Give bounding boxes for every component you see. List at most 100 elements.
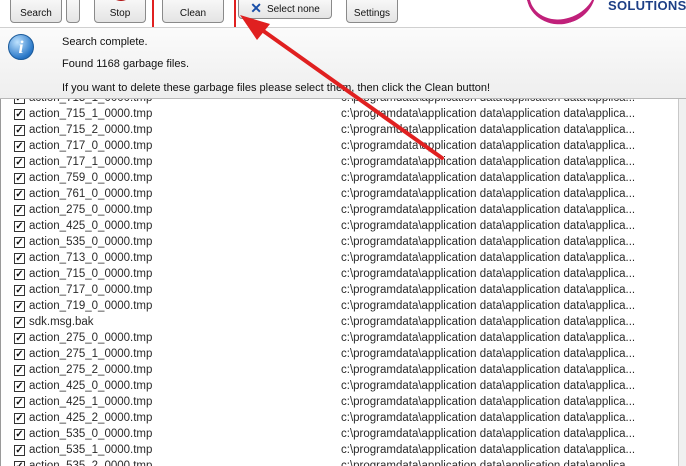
file-checkbox[interactable]: ✓ xyxy=(14,189,25,200)
toolbar: Search Stop Clean ✕ Select none Settings… xyxy=(0,0,686,27)
file-checkbox[interactable]: ✓ xyxy=(14,109,25,120)
list-item[interactable]: ✓ action_425_0_0000.tmp c:\programdata\app… xyxy=(1,379,678,395)
list-item[interactable]: ✓ action_761_0_0000.tmp c:\programdata\app… xyxy=(1,187,678,203)
file-checkbox[interactable]: ✓ xyxy=(14,413,25,424)
file-name: action_275_0_0000.tmp xyxy=(29,332,153,344)
x-icon: ✕ xyxy=(250,0,262,16)
select-none-label: Select none xyxy=(266,4,320,15)
file-name: action_761_0_0000.tmp xyxy=(29,188,153,200)
file-path: c:\programdata\application data\applicat… xyxy=(341,252,636,264)
file-checkbox[interactable]: ✓ xyxy=(14,285,25,296)
file-checkbox[interactable]: ✓ xyxy=(14,445,25,456)
file-path: c:\programdata\application data\applicat… xyxy=(341,316,636,328)
file-path: c:\programdata\application data\applicat… xyxy=(341,444,636,456)
logo-text: SOLUTIONS xyxy=(608,0,686,13)
file-name: action_717_1_0000.tmp xyxy=(29,156,153,168)
file-name: action_425_2_0000.tmp xyxy=(29,412,153,424)
info-icon: i xyxy=(8,34,34,60)
file-path: c:\programdata\application data\applicat… xyxy=(341,220,636,232)
file-checkbox[interactable]: ✓ xyxy=(14,125,25,136)
file-checkbox[interactable]: ✓ xyxy=(14,221,25,232)
list-item[interactable]: ✓ action_535_0_0000.tmp c:\programdata\app… xyxy=(1,427,678,443)
file-checkbox[interactable]: ✓ xyxy=(14,99,25,104)
file-path: c:\programdata\application data\applicat… xyxy=(341,332,636,344)
list-item[interactable]: ✓ action_275_2_0000.tmp c:\programdata\app… xyxy=(1,363,678,379)
file-name: action_717_0_0000.tmp xyxy=(29,284,153,296)
file-path: c:\programdata\application data\applicat… xyxy=(341,380,636,392)
file-path: c:\programdata\application data\applicat… xyxy=(341,284,636,296)
file-path: c:\programdata\application data\applicat… xyxy=(341,236,636,248)
list-item[interactable]: ✓ action_715_1_0000.tmp c:\programdata\app… xyxy=(1,99,678,107)
list-item[interactable]: ✓ sdk.msg.bak c:\programdata\application d… xyxy=(1,315,678,331)
file-name: action_715_0_0000.tmp xyxy=(29,268,153,280)
search-dropdown-button[interactable] xyxy=(66,0,80,23)
file-checkbox[interactable]: ✓ xyxy=(14,205,25,216)
file-name: action_719_0_0000.tmp xyxy=(29,300,153,312)
list-item[interactable]: ✓ action_713_0_0000.tmp c:\programdata\app… xyxy=(1,251,678,267)
file-checkbox[interactable]: ✓ xyxy=(14,269,25,280)
file-checkbox[interactable]: ✓ xyxy=(14,429,25,440)
file-name: action_717_0_0000.tmp xyxy=(29,140,153,152)
file-path: c:\programdata\application data\applicat… xyxy=(341,268,636,280)
file-checkbox[interactable]: ✓ xyxy=(14,237,25,248)
file-name: action_425_0_0000.tmp xyxy=(29,380,153,392)
list-item[interactable]: ✓ action_715_1_0000.tmp c:\programdata\app… xyxy=(1,107,678,123)
list-item[interactable]: ✓ action_275_0_0000.tmp c:\programdata\app… xyxy=(1,331,678,347)
search-button[interactable]: Search xyxy=(10,0,62,23)
logo-swoosh-icon xyxy=(517,0,605,27)
file-path: c:\programdata\application data\applicat… xyxy=(341,460,636,466)
list-item[interactable]: ✓ action_535_0_0000.tmp c:\programdata\app… xyxy=(1,235,678,251)
list-item[interactable]: ✓ action_535_1_0000.tmp c:\programdata\app… xyxy=(1,443,678,459)
file-checkbox[interactable]: ✓ xyxy=(14,365,25,376)
file-name: action_275_1_0000.tmp xyxy=(29,348,153,360)
file-list-rows: ✓ action_715_1_0000.tmp c:\programdata\app… xyxy=(1,99,678,466)
file-name: action_535_0_0000.tmp xyxy=(29,236,153,248)
file-checkbox[interactable]: ✓ xyxy=(14,381,25,392)
file-checkbox[interactable]: ✓ xyxy=(14,253,25,264)
file-checkbox[interactable]: ✓ xyxy=(14,301,25,312)
list-item[interactable]: ✓ action_425_1_0000.tmp c:\programdata\app… xyxy=(1,395,678,411)
list-scrollbar[interactable] xyxy=(678,99,686,466)
file-name: action_759_0_0000.tmp xyxy=(29,172,153,184)
file-checkbox[interactable]: ✓ xyxy=(14,397,25,408)
list-item[interactable]: ✓ action_425_2_0000.tmp c:\programdata\app… xyxy=(1,411,678,427)
list-item[interactable]: ✓ action_759_0_0000.tmp c:\programdata\app… xyxy=(1,171,678,187)
file-name: sdk.msg.bak xyxy=(29,316,94,328)
result-count-message: Found 1168 garbage files. xyxy=(62,58,189,70)
file-name: action_275_2_0000.tmp xyxy=(29,364,153,376)
file-checkbox[interactable]: ✓ xyxy=(14,349,25,360)
file-name: action_715_1_0000.tmp xyxy=(29,108,153,120)
select-none-button[interactable]: ✕ Select none xyxy=(238,0,332,19)
info-panel: i Search complete. Found 1168 garbage fi… xyxy=(0,27,686,99)
list-item[interactable]: ✓ action_717_0_0000.tmp c:\programdata\app… xyxy=(1,283,678,299)
list-item[interactable]: ✓ action_717_1_0000.tmp c:\programdata\app… xyxy=(1,155,678,171)
file-checkbox[interactable]: ✓ xyxy=(14,141,25,152)
file-checkbox[interactable]: ✓ xyxy=(14,317,25,328)
list-item[interactable]: ✓ action_715_2_0000.tmp c:\programdata\app… xyxy=(1,123,678,139)
file-name: action_275_0_0000.tmp xyxy=(29,204,153,216)
file-checkbox[interactable]: ✓ xyxy=(14,333,25,344)
file-path: c:\programdata\application data\applicat… xyxy=(341,428,636,440)
list-item[interactable]: ✓ action_719_0_0000.tmp c:\programdata\app… xyxy=(1,299,678,315)
file-path: c:\programdata\application data\applicat… xyxy=(341,140,636,152)
file-checkbox[interactable]: ✓ xyxy=(14,173,25,184)
list-item[interactable]: ✓ action_275_1_0000.tmp c:\programdata\app… xyxy=(1,347,678,363)
file-checkbox[interactable]: ✓ xyxy=(14,157,25,168)
file-path: c:\programdata\application data\applicat… xyxy=(341,156,636,168)
file-path: c:\programdata\application data\applicat… xyxy=(341,412,636,424)
list-item[interactable]: ✓ action_425_0_0000.tmp c:\programdata\app… xyxy=(1,219,678,235)
file-path: c:\programdata\application data\applicat… xyxy=(341,204,636,216)
file-path: c:\programdata\application data\applicat… xyxy=(341,188,636,200)
search-button-label: Search xyxy=(20,8,52,19)
file-path: c:\programdata\application data\applicat… xyxy=(341,99,661,104)
file-checkbox[interactable]: ✓ xyxy=(14,461,25,466)
list-item[interactable]: ✓ action_535_2_0000.tmp c:\programdata\app… xyxy=(1,459,678,466)
list-item[interactable]: ✓ action_715_0_0000.tmp c:\programdata\app… xyxy=(1,267,678,283)
settings-button[interactable]: Settings xyxy=(346,0,398,23)
stop-icon xyxy=(109,0,133,1)
file-path: c:\programdata\application data\applicat… xyxy=(341,124,636,136)
stop-button[interactable]: Stop xyxy=(94,0,146,23)
list-item[interactable]: ✓ action_275_0_0000.tmp c:\programdata\app… xyxy=(1,203,678,219)
file-path: c:\programdata\application data\applicat… xyxy=(341,364,636,376)
list-item[interactable]: ✓ action_717_0_0000.tmp c:\programdata\app… xyxy=(1,139,678,155)
